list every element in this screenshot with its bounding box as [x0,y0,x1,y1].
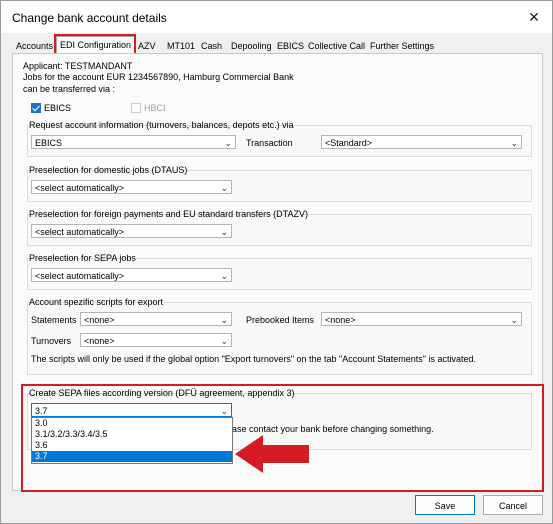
scripts-legend: Account spezific scripts for export [29,297,164,307]
prebooked-select[interactable]: <none> ⌄ [321,312,522,326]
prebooked-label: Prebooked Items [246,315,315,325]
sepa-jobs-select[interactable]: <select automatically> ⌄ [31,268,232,282]
tab-highlight-frame [54,34,136,55]
chevron-down-icon: ⌄ [510,138,518,148]
tab-accounts[interactable]: Accounts [16,39,53,53]
dialog-window: Change bank account details ✕ Accounts E… [0,0,553,524]
chevron-down-icon: ⌄ [220,336,228,346]
domestic-legend: Preselection for domestic jobs (DTAUS) [29,165,188,175]
domestic-select[interactable]: <select automatically> ⌄ [31,180,232,194]
tab-depooling[interactable]: Depooling [231,39,272,53]
title-bar: Change bank account details ✕ [1,1,552,33]
chevron-down-icon: ⌄ [220,315,228,325]
scripts-note: The scripts will only be used if the glo… [31,354,477,364]
cancel-button[interactable]: Cancel [483,495,543,515]
save-button[interactable]: Save [415,495,475,515]
statements-select[interactable]: <none> ⌄ [80,312,232,326]
chevron-down-icon: ⌄ [220,227,228,237]
transaction-value: <Standard> [325,138,373,148]
chevron-down-icon: ⌄ [224,138,232,148]
tab-collective-call[interactable]: Collective Call [308,39,365,53]
foreign-select[interactable]: <select automatically> ⌄ [31,224,232,238]
request-channel-select[interactable]: EBICS ⌄ [31,135,236,149]
request-channel-value: EBICS [35,138,63,148]
hbci-label: HBCI [144,103,166,113]
ebics-checkbox[interactable] [31,103,41,113]
tab-azv[interactable]: AZV [138,39,156,53]
tab-mt101[interactable]: MT101 [167,39,195,53]
tab-further-settings[interactable]: Further Settings [370,39,434,53]
foreign-legend: Preselection for foreign payments and EU… [29,209,308,219]
tab-ebics[interactable]: EBICS [277,39,304,53]
turnovers-label: Turnovers [31,336,72,346]
close-icon[interactable]: ✕ [526,9,542,25]
transfer-text: can be transferred via : [23,84,116,94]
foreign-value: <select automatically> [35,227,125,237]
domestic-value: <select automatically> [35,183,125,193]
turnovers-value: <none> [84,336,115,346]
tab-cash[interactable]: Cash [201,39,222,53]
statements-value: <none> [84,315,115,325]
sepa-jobs-legend: Preselection for SEPA jobs [29,253,136,263]
request-info-legend: Request account information (turnovers, … [29,120,294,130]
ebics-label: EBICS [44,103,72,113]
sepa-jobs-value: <select automatically> [35,271,125,281]
jobs-text: Jobs for the account EUR 1234567890, Ham… [23,72,294,82]
red-arrow-icon [235,435,309,473]
chevron-down-icon: ⌄ [220,183,228,193]
transaction-select[interactable]: <Standard> ⌄ [321,135,522,149]
applicant-text: Applicant: TESTMANDANT [23,61,133,71]
prebooked-value: <none> [325,315,356,325]
chevron-down-icon: ⌄ [510,315,518,325]
turnovers-select[interactable]: <none> ⌄ [80,333,232,347]
hbci-checkbox[interactable] [131,103,141,113]
statements-label: Statements [31,315,77,325]
dialog-title: Change bank account details [12,11,167,25]
transaction-label: Transaction [246,138,293,148]
chevron-down-icon: ⌄ [220,271,228,281]
